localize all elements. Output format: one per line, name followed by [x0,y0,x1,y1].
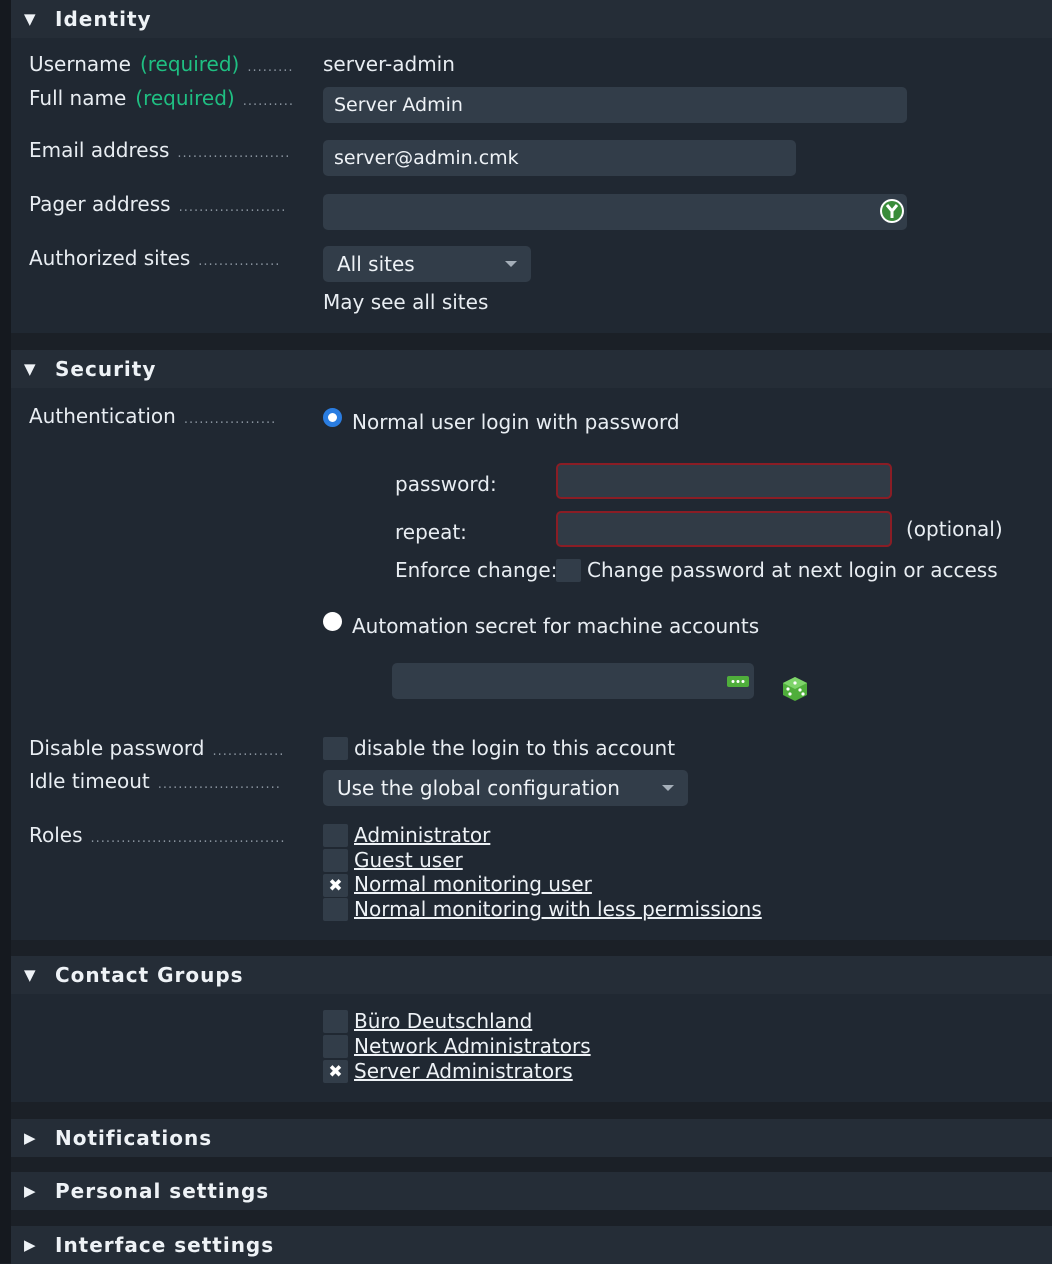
section-header-notifications[interactable]: ▶ Notifications [11,1119,1052,1157]
role-checkbox-guest[interactable] [323,849,348,872]
label-text: Authorized sites [29,246,191,270]
email-label: Email address ...................... [29,138,290,162]
group-checkbox-buero-deutschland[interactable] [323,1010,348,1033]
leader-dots: ......... [247,60,294,75]
username-label: Username (required) ......... [29,52,294,76]
leader-dots: .............. [212,744,285,759]
section-header-security[interactable]: ▼ Security [11,350,1052,388]
authorized-sites-select[interactable]: All sites [323,246,531,282]
required-marker: (required) [139,52,240,76]
role-link-guest[interactable]: Guest user [354,848,463,872]
leader-dots: ..................... [178,200,287,215]
leader-dots: .......... [242,94,295,109]
pager-input[interactable] [323,194,907,230]
role-checkbox-normal-user[interactable]: ✖ [323,874,348,897]
select-value: All sites [337,252,415,276]
roles-label: Roles ..................................… [29,823,286,847]
idle-timeout-select[interactable]: Use the global configuration [323,770,688,806]
expanded-triangle-icon: ▼ [24,10,37,28]
normal-login-radio[interactable] [323,408,342,427]
select-value: Use the global configuration [337,776,620,800]
random-dice-icon[interactable] [781,675,809,703]
repeat-password-input[interactable] [556,511,892,547]
section-title: Contact Groups [55,963,244,987]
required-marker: (required) [135,86,235,110]
role-link-administrator[interactable]: Administrator [354,823,490,847]
label-text: Full name [29,86,127,110]
authentication-label: Authentication .................. [29,404,276,428]
leader-dots: .................. [183,412,277,427]
leader-dots: ...................................... [90,831,286,846]
label-text: Username [29,52,131,76]
leader-dots: ...................... [177,146,291,161]
left-gutter [0,0,11,1263]
label-text: Pager address [29,192,171,216]
expanded-triangle-icon: ▼ [24,360,37,378]
email-input[interactable]: server@admin.cmk [323,140,796,176]
disable-password-label: Disable password .............. [29,736,284,760]
label-text: Email address [29,138,170,162]
automation-secret-label: Automation secret for machine accounts [352,614,760,638]
section-title: Interface settings [55,1233,275,1257]
repeat-label: repeat: [395,520,467,544]
enforce-change-label: Enforce change: [395,558,558,582]
leader-dots: ................ [198,254,281,269]
password-input[interactable] [556,463,892,499]
section-header-contact-groups[interactable]: ▼ Contact Groups [11,956,1052,994]
label-text: Authentication [29,404,176,428]
group-link-server-admins[interactable]: Server Administrators [354,1059,573,1083]
label-text: Roles [29,823,83,847]
group-checkbox-server-admins[interactable]: ✖ [323,1060,348,1083]
identity-section-body [11,38,1052,333]
section-title: Identity [55,7,152,31]
label-text: Idle timeout [29,769,150,793]
password-label: password: [395,472,497,496]
section-header-personal-settings[interactable]: ▶ Personal settings [11,1172,1052,1210]
disable-login-text: disable the login to this account [354,736,676,760]
optional-note: (optional) [906,517,1003,541]
group-link-network-admins[interactable]: Network Administrators [354,1034,591,1058]
dropdown-caret-icon [662,785,674,791]
sites-note: May see all sites [323,290,489,314]
fullname-input[interactable]: Server Admin [323,87,907,123]
automation-secret-input[interactable] [392,663,754,699]
expanded-triangle-icon: ▼ [24,966,37,984]
collapsed-triangle-icon: ▶ [24,1236,37,1254]
automation-secret-radio[interactable] [323,612,342,631]
enforce-change-text: Change password at next login or access [587,558,998,582]
section-header-identity[interactable]: ▼ Identity [11,0,1052,38]
role-link-less-permissions[interactable]: Normal monitoring with less permissions [354,897,762,921]
password-manager-icon[interactable] [879,198,905,224]
leader-dots: ........................ [157,777,281,792]
label-text: Disable password [29,736,205,760]
group-checkbox-network-admins[interactable] [323,1035,348,1058]
section-header-interface-settings[interactable]: ▶ Interface settings [11,1226,1052,1264]
role-checkbox-less-permissions[interactable] [323,898,348,921]
dropdown-caret-icon [505,261,517,267]
disable-login-checkbox[interactable] [323,737,348,760]
section-title: Security [55,357,157,381]
role-link-normal-user[interactable]: Normal monitoring user [354,872,592,896]
collapsed-triangle-icon: ▶ [24,1129,37,1147]
role-checkbox-administrator[interactable] [323,824,348,847]
enforce-change-checkbox[interactable] [556,559,581,582]
pager-label: Pager address ..................... [29,192,286,216]
sites-label: Authorized sites ................ [29,246,280,270]
show-secret-icon[interactable] [726,673,750,691]
normal-login-label: Normal user login with password [352,410,680,434]
group-link-buero-deutschland[interactable]: Büro Deutschland [354,1009,532,1033]
section-title: Personal settings [55,1179,270,1203]
collapsed-triangle-icon: ▶ [24,1182,37,1200]
username-value: server-admin [323,52,455,76]
idle-timeout-label: Idle timeout ........................ [29,769,281,793]
section-title: Notifications [55,1126,213,1150]
fullname-label: Full name (required) .......... [29,86,294,110]
